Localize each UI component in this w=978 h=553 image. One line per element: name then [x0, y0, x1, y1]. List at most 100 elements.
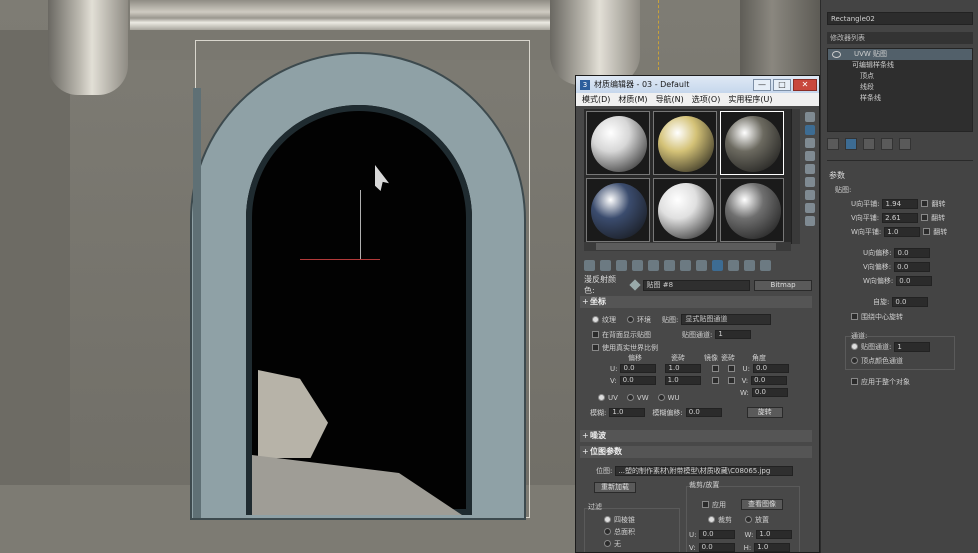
v-tiling-spinner[interactable]: 1.0 [664, 376, 701, 385]
v-flip-checkbox[interactable] [921, 214, 929, 221]
texture-radio[interactable] [592, 316, 599, 323]
w-flip-checkbox[interactable] [923, 228, 931, 235]
reset-map-icon[interactable] [632, 260, 643, 271]
v-tile-checkbox[interactable] [727, 377, 735, 384]
stack-item-uvw-map[interactable]: UVW 贴图 [828, 49, 972, 60]
crop-h-spinner[interactable]: 1.0 [754, 543, 791, 552]
menu-material[interactable]: 材质(M) [618, 94, 647, 105]
u-angle-spinner[interactable]: 0.0 [752, 364, 789, 373]
map-channel-spinner[interactable]: 1 [715, 330, 752, 339]
u-tile-spinner[interactable]: 1.94 [882, 198, 919, 209]
reload-button[interactable]: 重新加载 [594, 482, 636, 493]
view-image-button[interactable]: 查看图像 [741, 499, 783, 510]
crop-u-spinner[interactable]: 0.0 [699, 530, 736, 539]
rotation-spinner[interactable]: 0.0 [892, 296, 929, 307]
vw-radio[interactable] [626, 394, 634, 401]
v-mirror-checkbox[interactable] [711, 377, 719, 384]
video-check-icon[interactable] [805, 164, 815, 174]
v-tile-spinner[interactable]: 2.61 [882, 212, 919, 223]
crop-w-spinner[interactable]: 1.0 [756, 530, 793, 539]
menu-mode[interactable]: 模式(D) [582, 94, 610, 105]
go-to-parent-icon[interactable] [744, 260, 755, 271]
object-name-field[interactable]: Rectangle02 [827, 12, 973, 25]
map-channel-spinner[interactable]: 1 [894, 341, 931, 352]
background-icon[interactable] [805, 138, 815, 148]
close-button[interactable]: ✕ [793, 78, 817, 91]
apply-crop-checkbox[interactable] [702, 501, 709, 508]
make-copy-icon[interactable] [648, 260, 659, 271]
pyramidal-radio[interactable] [604, 516, 611, 523]
environ-radio[interactable] [627, 316, 634, 323]
w-offset-spinner[interactable]: 0.0 [896, 275, 933, 286]
options-icon[interactable] [805, 190, 815, 200]
mapping-dropdown[interactable]: 显式贴图通道 [681, 314, 772, 325]
v-offset-spinner[interactable]: 0.0 [894, 261, 931, 272]
sample-type-icon[interactable] [805, 112, 815, 122]
u-tiling-spinner[interactable]: 1.0 [665, 364, 702, 373]
u-offset-spinner[interactable]: 0.0 [620, 364, 657, 373]
sample-vertical-scrollbar[interactable] [791, 109, 800, 244]
real-world-checkbox[interactable] [592, 344, 599, 351]
scroll-thumb[interactable] [596, 243, 776, 250]
stack-item-segment[interactable]: 线段 [828, 82, 972, 93]
noise-rollout-header[interactable]: 噪波 [580, 430, 812, 442]
configure-sets-icon[interactable] [899, 138, 911, 150]
wu-radio[interactable] [657, 394, 665, 401]
sample-slot-2[interactable] [653, 111, 717, 175]
params-rollout-title[interactable]: 参数 [829, 170, 845, 181]
uv-tiling-icon[interactable] [805, 151, 815, 161]
gizmo-y-axis[interactable] [360, 190, 361, 260]
put-to-scene-icon[interactable] [600, 260, 611, 271]
show-map-in-viewport-icon[interactable] [712, 260, 723, 271]
eyedropper-icon[interactable] [628, 279, 641, 291]
stack-item-spline[interactable]: 样条线 [828, 93, 972, 104]
sample-slot-5[interactable] [653, 178, 717, 242]
map-name-dropdown[interactable]: 贴图 #8 [642, 279, 751, 291]
u-tile-checkbox[interactable] [728, 365, 736, 372]
uv-radio[interactable] [598, 394, 605, 401]
vertex-color-radio[interactable] [851, 357, 858, 364]
v-angle-spinner[interactable]: 0.0 [751, 376, 788, 385]
material-map-navigator-icon[interactable] [805, 216, 815, 226]
map-type-button[interactable]: Bitmap [754, 279, 812, 291]
none-radio[interactable] [604, 540, 611, 547]
coordinates-rollout-header[interactable]: 坐标 [580, 296, 812, 308]
select-by-material-icon[interactable] [805, 203, 815, 213]
stack-item-vertex[interactable]: 顶点 [828, 71, 972, 82]
u-offset-spinner[interactable]: 0.0 [894, 247, 931, 258]
apply-whole-checkbox[interactable] [851, 378, 858, 385]
u-flip-checkbox[interactable] [921, 200, 929, 207]
w-angle-spinner[interactable]: 0.0 [751, 388, 788, 397]
get-material-icon[interactable] [584, 260, 595, 271]
material-editor-titlebar[interactable]: 3 材质编辑器 - 03 - Default — □ ✕ [576, 76, 819, 93]
sample-slot-4[interactable] [586, 178, 650, 242]
map-channel-radio[interactable] [851, 343, 858, 350]
maximize-button[interactable]: □ [773, 78, 791, 91]
show-on-back-checkbox[interactable] [592, 331, 599, 338]
sat-radio[interactable] [604, 528, 611, 535]
modifier-stack[interactable]: UVW 贴图 可编辑样条线 顶点 线段 样条线 [827, 48, 973, 132]
sample-slot-1[interactable] [586, 111, 650, 175]
sample-horizontal-scrollbar[interactable] [584, 242, 791, 251]
menu-options[interactable]: 选项(O) [692, 94, 721, 105]
make-unique-icon[interactable] [664, 260, 675, 271]
make-unique-icon[interactable] [863, 138, 875, 150]
remove-modifier-icon[interactable] [881, 138, 893, 150]
go-forward-sibling-icon[interactable] [760, 260, 771, 271]
stack-item-editable-spline[interactable]: 可编辑样条线 [828, 60, 972, 71]
sample-slot-3[interactable] [720, 111, 784, 175]
crop-radio[interactable] [708, 516, 715, 523]
modifier-list-dropdown[interactable]: 修改器列表 [827, 32, 973, 44]
blur-spinner[interactable]: 1.0 [609, 408, 646, 417]
rotate-button[interactable]: 旋转 [746, 407, 783, 418]
bitmap-path-button[interactable]: ...塑的制作素材\附带模型\材质收藏\C08065.jpg [615, 465, 794, 476]
rotate-center-checkbox[interactable] [851, 313, 858, 320]
v-offset-spinner[interactable]: 0.0 [619, 376, 656, 385]
sample-slot-6[interactable] [720, 178, 784, 242]
crop-v-spinner[interactable]: 0.0 [698, 543, 735, 552]
menu-utilities[interactable]: 实用程序(U) [728, 94, 772, 105]
minimize-button[interactable]: — [753, 78, 771, 91]
w-tile-spinner[interactable]: 1.0 [884, 226, 921, 237]
eye-icon[interactable] [832, 51, 841, 58]
place-radio[interactable] [745, 516, 752, 523]
